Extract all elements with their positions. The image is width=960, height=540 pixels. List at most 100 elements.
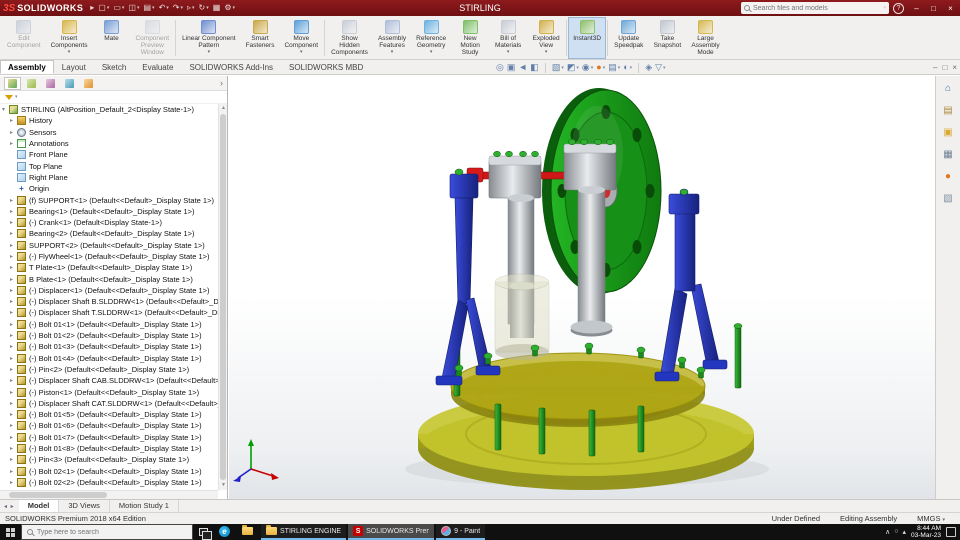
- expand-arrow-icon[interactable]: ▸: [10, 140, 17, 147]
- tree-item[interactable]: ▸(-) Bolt 01<3> (Default<<Default>_Displ…: [0, 341, 218, 352]
- expand-arrow-icon[interactable]: ▸: [10, 321, 17, 328]
- expand-arrow-icon[interactable]: ▸: [10, 468, 17, 475]
- insert-components-button[interactable]: InsertComponents▾: [46, 17, 93, 59]
- rebuild-icon[interactable]: ↻▾: [199, 0, 209, 16]
- view-orientation-icon[interactable]: ▧▾: [552, 60, 564, 75]
- doc-tab-3d-views[interactable]: 3D Views: [59, 500, 110, 512]
- expand-arrow-icon[interactable]: ▸: [10, 287, 17, 294]
- tree-item[interactable]: ▸Sensors: [0, 127, 218, 138]
- tree-item[interactable]: ▸Bearing<1> (Default<<Default>_Display S…: [0, 206, 218, 217]
- file-menu-arrow-icon[interactable]: ▸: [90, 0, 94, 16]
- bill-of-materials-button[interactable]: Bill ofMaterials▾: [489, 17, 527, 59]
- expand-arrow-icon[interactable]: ▸: [10, 434, 17, 441]
- expand-arrow-icon[interactable]: ▸: [10, 264, 17, 271]
- start-button[interactable]: [0, 524, 21, 540]
- graphics-viewport[interactable]: [229, 76, 935, 499]
- expand-arrow-icon[interactable]: ▸: [10, 309, 17, 316]
- expand-arrow-icon[interactable]: ▸: [10, 343, 17, 350]
- expand-arrow-icon[interactable]: ▸: [10, 389, 17, 396]
- exploded-view-button[interactable]: ExplodedView▾: [527, 17, 565, 59]
- tree-item[interactable]: Top Plane: [0, 160, 218, 171]
- hide-show-items-icon[interactable]: ◉▾: [582, 60, 593, 75]
- tree-item[interactable]: ▸SUPPORT<2> (Default<<Default>_Display S…: [0, 240, 218, 251]
- expand-arrow-icon[interactable]: ▸: [10, 298, 17, 305]
- edge-icon[interactable]: e: [213, 524, 236, 540]
- previous-view-icon[interactable]: ◄: [518, 60, 527, 75]
- tree-item[interactable]: ▸(-) Bolt 02<2> (Default<<Default>_Displ…: [0, 477, 218, 488]
- status-units[interactable]: MMGS▾: [917, 514, 945, 523]
- zoom-area-icon[interactable]: ▣: [507, 60, 516, 75]
- expand-arrow-icon[interactable]: ▸: [10, 276, 17, 283]
- tree-item[interactable]: ▸(-) Pin<3> (Default<<Default>_Display S…: [0, 454, 218, 465]
- tree-item[interactable]: ▸(-) Bolt 01<6> (Default<<Default>_Displ…: [0, 420, 218, 431]
- update-speedpak-button[interactable]: UpdateSpeedpak: [609, 17, 648, 59]
- edit-appearance-icon[interactable]: ●▾: [596, 60, 605, 75]
- search-box[interactable]: ▾: [741, 2, 889, 14]
- paint-window-button[interactable]: 9 - Paint: [436, 524, 485, 540]
- expand-arrow-icon[interactable]: ▸: [10, 197, 17, 204]
- tree-item[interactable]: ▸Bearing<2> (Default<<Default>_Display S…: [0, 228, 218, 239]
- tree-item[interactable]: ▸B Plate<1> (Default<<Default>_Display S…: [0, 273, 218, 284]
- tree-item[interactable]: ▸(-) Displacer<1> (Default<<Default>_Dis…: [0, 285, 218, 296]
- task-view-button[interactable]: [193, 524, 213, 540]
- expand-arrow-icon[interactable]: ▸: [10, 117, 17, 124]
- minimize-button[interactable]: –: [908, 0, 925, 16]
- support-right-model[interactable]: [655, 189, 727, 381]
- file-properties-icon[interactable]: ▦: [213, 0, 221, 16]
- tree-item[interactable]: ▸(-) Displacer Shaft B.SLDDRW<1> (Defaul…: [0, 296, 218, 307]
- custom-properties-icon[interactable]: ▧: [941, 191, 956, 206]
- design-library-icon[interactable]: ▤: [941, 103, 956, 118]
- linear-component-pattern-button[interactable]: Linear ComponentPattern▾: [177, 17, 240, 59]
- expand-arrow-icon[interactable]: ▸: [10, 355, 17, 362]
- tree-item[interactable]: ▸(-) Bolt 01<1> (Default<<Default>_Displ…: [0, 319, 218, 330]
- doc-tab-motion-study-1[interactable]: Motion Study 1: [110, 500, 179, 512]
- tree-item[interactable]: ▸(-) Bolt 01<4> (Default<<Default>_Displ…: [0, 353, 218, 364]
- filter-funnel-icon[interactable]: [5, 95, 13, 100]
- tab-layout[interactable]: Layout: [54, 60, 94, 74]
- new-document-icon[interactable]: ▢▾: [98, 0, 109, 16]
- tree-item[interactable]: ▸(-) Bolt 01<7> (Default<<Default>_Displ…: [0, 432, 218, 443]
- action-center-icon[interactable]: [946, 527, 956, 537]
- panel-flyout-arrow-icon[interactable]: ›: [220, 78, 227, 88]
- expand-arrow-icon[interactable]: ▸: [10, 377, 17, 384]
- tab-solidworks-mbd[interactable]: SOLIDWORKS MBD: [281, 60, 371, 74]
- show-hidden-components-button[interactable]: ShowHiddenComponents: [326, 17, 373, 59]
- document-close-icon[interactable]: ×: [952, 63, 957, 72]
- tree-item[interactable]: ▸(f) SUPPORT<1> (Default<<Default>_Displ…: [0, 194, 218, 205]
- large-assembly-mode-button[interactable]: LargeAssemblyMode: [686, 17, 724, 59]
- tray-status-icon-2[interactable]: ▴: [903, 528, 907, 536]
- expand-arrow-icon[interactable]: ▸: [10, 242, 17, 249]
- solidworks-resources-icon[interactable]: ⌂: [941, 81, 956, 96]
- appearances-icon[interactable]: ●: [941, 169, 956, 184]
- support-left-model[interactable]: [436, 169, 500, 385]
- scrollbar-thumb[interactable]: [9, 492, 107, 498]
- expand-arrow-icon[interactable]: ▸: [10, 332, 17, 339]
- redo-icon[interactable]: ↷▾: [173, 0, 183, 16]
- glass-chamber-model[interactable]: [495, 274, 549, 360]
- propertymanager-tab[interactable]: [23, 77, 40, 90]
- apply-scene-icon[interactable]: ▤▾: [608, 60, 620, 75]
- mate-button[interactable]: Mate: [92, 17, 130, 59]
- view-settings-icon[interactable]: ◐▾: [623, 60, 632, 75]
- tree-item[interactable]: ▸(-) Displacer Shaft CAT.SLDDRW<1> (Defa…: [0, 398, 218, 409]
- taskbar-search-input[interactable]: [37, 529, 187, 536]
- stirling-engine-window-button[interactable]: STIRLING ENGINE: [261, 524, 346, 540]
- tray-status-icon-1[interactable]: ○: [894, 528, 898, 536]
- 3d-model-scene[interactable]: [229, 76, 935, 499]
- help-icon[interactable]: ?: [893, 3, 904, 14]
- undo-icon[interactable]: ↶▾: [159, 0, 169, 16]
- tree-item[interactable]: ▸(-) Bolt 01<8> (Default<<Default>_Displ…: [0, 443, 218, 454]
- expand-arrow-icon[interactable]: ▸: [10, 129, 17, 136]
- expand-arrow-icon[interactable]: ▸: [10, 230, 17, 237]
- reference-geometry-button[interactable]: ReferenceGeometry▾: [411, 17, 451, 59]
- filter-dropdown-icon[interactable]: ▾: [15, 94, 18, 100]
- solidworks-window-button[interactable]: SSOLIDWORKS Prem...: [348, 524, 434, 540]
- tab-assembly[interactable]: Assembly: [0, 60, 54, 74]
- hide-all-types-icon[interactable]: ◈: [645, 60, 652, 75]
- zoom-fit-icon[interactable]: ◎: [496, 60, 504, 75]
- tree-item[interactable]: ▸History: [0, 115, 218, 126]
- tray-expand-icon[interactable]: ∧: [885, 528, 890, 536]
- taskbar-search-box[interactable]: [21, 524, 193, 540]
- expand-arrow-icon[interactable]: ▸: [10, 400, 17, 407]
- maximize-button[interactable]: □: [925, 0, 942, 16]
